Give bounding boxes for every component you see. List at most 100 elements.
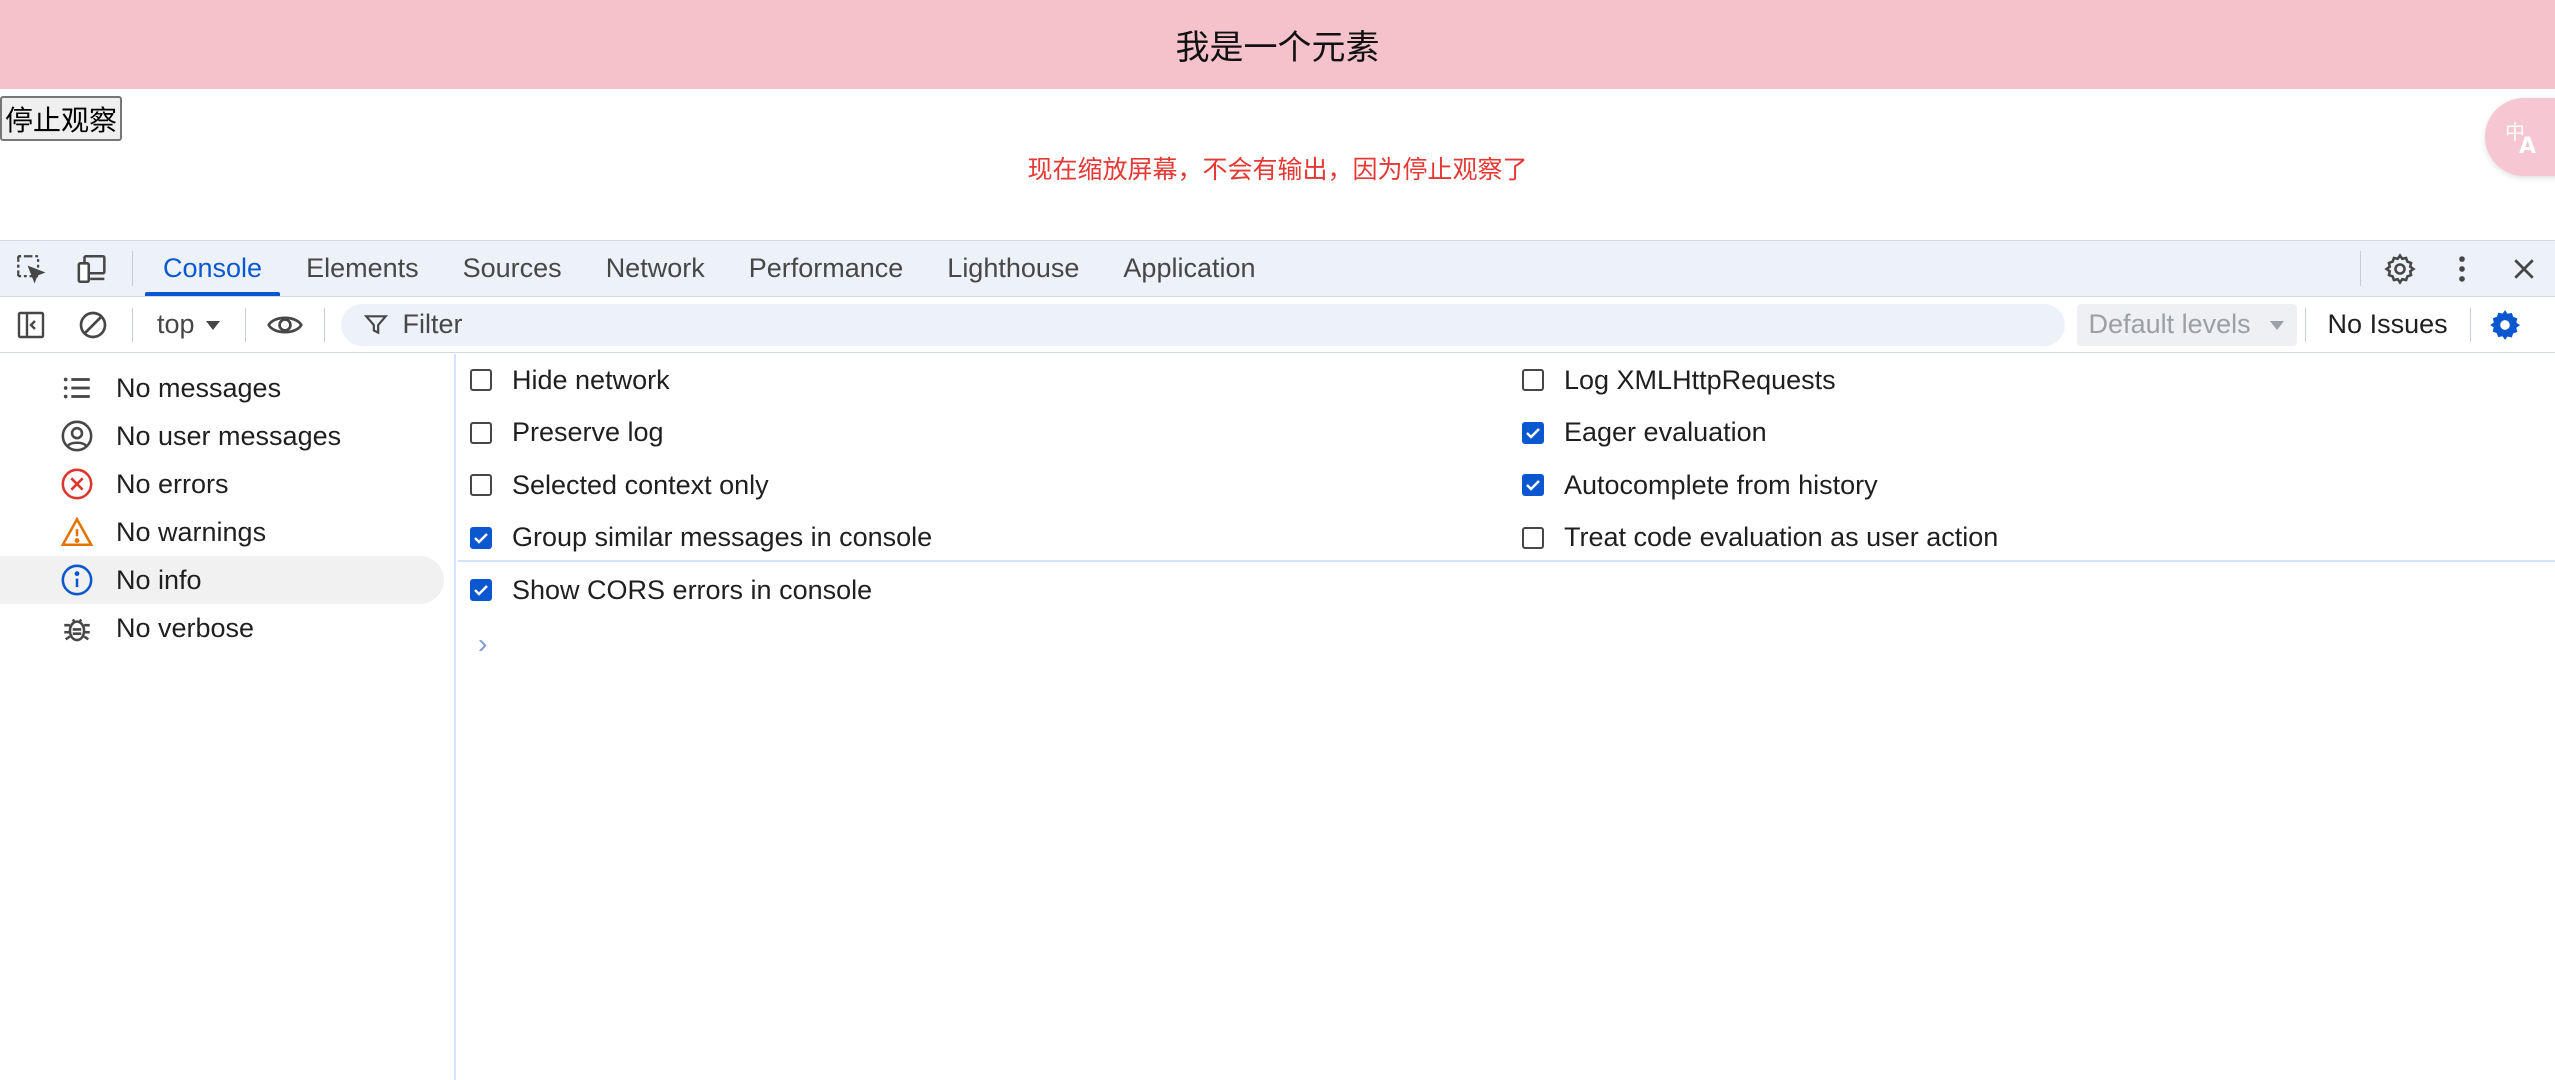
checkbox[interactable]: [470, 474, 492, 496]
checkbox-checked[interactable]: [470, 579, 492, 601]
translate-button[interactable]: 中 A: [2485, 98, 2555, 176]
tab-label: Sources: [463, 253, 562, 284]
setting-selected-context-only[interactable]: Selected context only: [470, 459, 932, 512]
device-toolbar-icon[interactable]: [62, 241, 124, 296]
svg-text:A: A: [2519, 134, 2536, 157]
sidebar-item-label: No user messages: [116, 421, 341, 452]
live-expression-eye-icon[interactable]: [254, 297, 316, 353]
settings-gear-icon[interactable]: [2369, 241, 2431, 296]
tab-label: Console: [163, 253, 262, 284]
setting-label: Preserve log: [512, 417, 664, 448]
stop-observe-button[interactable]: 停止观察: [0, 96, 122, 141]
setting-treat-as-user-action[interactable]: Treat code evaluation as user action: [1522, 512, 1998, 565]
sidebar-item-user-messages[interactable]: No user messages: [0, 412, 444, 460]
setting-group-similar[interactable]: Group similar messages in console: [470, 512, 932, 565]
checkbox[interactable]: [470, 369, 492, 391]
checkmark-icon: [1525, 425, 1541, 441]
tab-performance[interactable]: Performance: [727, 241, 926, 296]
settings-column-left: Hide network Preserve log Selected conte…: [470, 354, 932, 617]
console-sidebar: No messages No user messages No errors N…: [0, 354, 456, 1080]
divider: [324, 308, 325, 342]
web-page: 我是一个元素 停止观察 现在缩放屏幕，不会有输出，因为停止观察了 中 A: [0, 0, 2555, 240]
checkbox[interactable]: [470, 422, 492, 444]
context-selector-value: top: [157, 309, 195, 340]
tab-label: Network: [606, 253, 705, 284]
issues-counter[interactable]: No Issues: [2314, 309, 2462, 340]
log-levels-dropdown[interactable]: Default levels: [2077, 304, 2297, 346]
prompt-chevron-icon: ›: [478, 628, 487, 659]
setting-hide-network[interactable]: Hide network: [470, 354, 932, 407]
checkbox[interactable]: [1522, 527, 1544, 549]
setting-log-xhr[interactable]: Log XMLHttpRequests: [1522, 354, 1998, 407]
translate-icon: 中 A: [2503, 117, 2543, 157]
tab-elements[interactable]: Elements: [284, 241, 441, 296]
tab-label: Application: [1123, 253, 1255, 284]
more-options-icon[interactable]: [2431, 241, 2493, 296]
checkmark-icon: [473, 582, 489, 598]
tabbar-actions: [2352, 241, 2555, 296]
observed-element-text: 我是一个元素: [1176, 20, 1380, 69]
divider: [132, 308, 133, 342]
setting-label: Autocomplete from history: [1564, 470, 1878, 501]
dropdown-arrow-icon: [205, 319, 221, 331]
tab-console[interactable]: Console: [141, 241, 284, 296]
sidebar-item-label: No errors: [116, 469, 229, 500]
sidebar-item-errors[interactable]: No errors: [0, 460, 444, 508]
tab-sources[interactable]: Sources: [441, 241, 584, 296]
divider: [2305, 308, 2306, 342]
setting-preserve-log[interactable]: Preserve log: [470, 407, 932, 460]
sidebar-item-verbose[interactable]: No verbose: [0, 604, 444, 652]
sidebar-item-warnings[interactable]: No warnings: [0, 508, 444, 556]
sidebar-item-label: No info: [116, 565, 202, 596]
status-message: 现在缩放屏幕，不会有输出，因为停止观察了: [0, 150, 2555, 186]
user-icon: [58, 417, 96, 455]
tab-label: Performance: [749, 253, 904, 284]
settings-column-right: Log XMLHttpRequests Eager evaluation Aut…: [1522, 354, 1998, 564]
toggle-sidebar-icon[interactable]: [0, 297, 62, 353]
error-icon: [58, 465, 96, 503]
filter-input[interactable]: [403, 309, 2003, 340]
divider: [245, 308, 246, 342]
checkbox[interactable]: [1522, 369, 1544, 391]
setting-label: Show CORS errors in console: [512, 575, 872, 606]
checkbox-checked[interactable]: [1522, 474, 1544, 496]
sidebar-item-label: No warnings: [116, 517, 266, 548]
sidebar-item-messages[interactable]: No messages: [0, 364, 444, 412]
setting-label: Eager evaluation: [1564, 417, 1767, 448]
log-levels-value: Default levels: [2089, 309, 2251, 340]
tab-network[interactable]: Network: [584, 241, 727, 296]
setting-label: Log XMLHttpRequests: [1564, 365, 1836, 396]
list-icon: [58, 369, 96, 407]
clear-console-icon[interactable]: [62, 297, 124, 353]
checkmark-icon: [473, 530, 489, 546]
divider: [2360, 251, 2361, 286]
close-devtools-icon[interactable]: [2493, 241, 2555, 296]
sidebar-item-label: No messages: [116, 373, 281, 404]
info-icon: [58, 561, 96, 599]
divider: [132, 251, 133, 286]
inspect-element-icon[interactable]: [0, 241, 62, 296]
checkbox-checked[interactable]: [1522, 422, 1544, 444]
setting-show-cors-errors[interactable]: Show CORS errors in console: [470, 564, 932, 617]
setting-label: Hide network: [512, 365, 670, 396]
setting-autocomplete-history[interactable]: Autocomplete from history: [1522, 459, 1998, 512]
tab-lighthouse[interactable]: Lighthouse: [925, 241, 1101, 296]
console-toolbar: top Default levels No Issues: [0, 297, 2555, 353]
console-settings-icon[interactable]: [2479, 297, 2531, 353]
setting-eager-evaluation[interactable]: Eager evaluation: [1522, 407, 1998, 460]
checkmark-icon: [1525, 477, 1541, 493]
bug-icon: [58, 609, 96, 647]
sidebar-item-info[interactable]: No info: [0, 556, 444, 604]
tab-application[interactable]: Application: [1101, 241, 1277, 296]
checkbox-checked[interactable]: [470, 527, 492, 549]
filter-field: [341, 304, 2065, 346]
warning-icon: [58, 513, 96, 551]
tab-label: Lighthouse: [947, 253, 1079, 284]
console-prompt[interactable]: ›: [478, 628, 487, 660]
setting-label: Treat code evaluation as user action: [1564, 522, 1998, 553]
console-settings-pane: Hide network Preserve log Selected conte…: [458, 354, 2555, 562]
filter-icon: [363, 312, 389, 338]
observed-element: 我是一个元素: [0, 0, 2555, 89]
context-selector[interactable]: top: [141, 297, 237, 353]
devtools-tabbar: Console Elements Sources Network Perform…: [0, 240, 2555, 297]
